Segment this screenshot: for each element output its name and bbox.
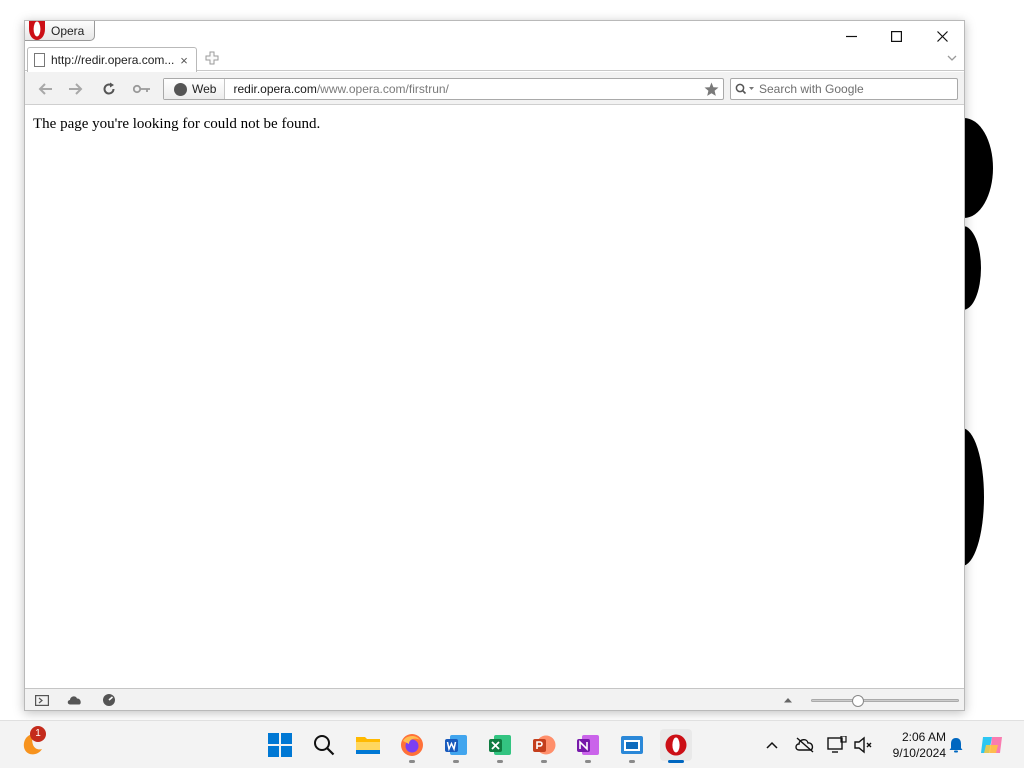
unite-button[interactable] <box>67 693 83 707</box>
volume-button[interactable] <box>850 733 876 757</box>
app-window-button[interactable] <box>616 729 648 763</box>
search-icon <box>314 735 335 756</box>
forward-button[interactable] <box>65 79 87 99</box>
forward-arrow-icon <box>69 83 83 95</box>
maximize-button[interactable] <box>873 25 919 47</box>
zoom-slider-thumb[interactable] <box>852 695 865 707</box>
search-engine-selector[interactable] <box>731 79 759 99</box>
minimize-button[interactable] <box>828 25 874 47</box>
address-text[interactable]: redir.opera.com/www.opera.com/firstrun/ <box>225 82 701 96</box>
tab-bar: http://redir.opera.com... × <box>25 47 964 72</box>
close-button[interactable] <box>919 25 965 47</box>
bookmark-star-button[interactable] <box>701 79 721 99</box>
bell-icon <box>949 738 963 753</box>
running-indicator <box>409 760 415 763</box>
opera-menu-button[interactable]: Opera <box>25 21 96 41</box>
file-explorer-icon <box>356 737 380 754</box>
site-info-badge[interactable]: Web <box>164 79 226 99</box>
firefox-button[interactable] <box>396 729 428 763</box>
back-button[interactable] <box>34 79 56 99</box>
tab-list-chevron-icon[interactable] <box>946 53 958 63</box>
tab-close-icon[interactable]: × <box>178 53 190 68</box>
key-icon <box>133 84 150 94</box>
navigation-toolbar: Web redir.opera.com/www.opera.com/firstr… <box>25 72 964 105</box>
chevron-up-icon <box>766 741 778 749</box>
excel-button[interactable] <box>484 729 516 763</box>
opera-icon <box>665 734 687 756</box>
network-monitor-icon <box>827 736 847 753</box>
system-clock[interactable]: 2:06 AM 9/10/2024 <box>880 729 946 761</box>
firefox-icon <box>401 734 423 756</box>
cloud-offline-icon <box>795 737 814 753</box>
site-info-label: Web <box>192 82 217 96</box>
show-hidden-icons-button[interactable] <box>762 733 782 757</box>
opera-taskbar-button[interactable] <box>660 729 692 763</box>
star-icon <box>704 82 718 96</box>
address-bar[interactable]: Web redir.opera.com/www.opera.com/firstr… <box>163 78 724 100</box>
close-icon <box>936 30 948 42</box>
active-window-indicator <box>668 760 684 763</box>
globe-icon <box>174 82 187 96</box>
minimize-icon <box>845 35 857 37</box>
running-indicator <box>453 760 459 763</box>
cloud-icon <box>67 696 81 705</box>
page-document-icon <box>34 53 45 67</box>
running-indicator <box>629 760 635 763</box>
speedometer-icon <box>103 694 115 706</box>
error-message: The page you're looking for could not be… <box>33 116 321 132</box>
search-input[interactable] <box>759 82 957 96</box>
running-indicator <box>585 760 591 763</box>
start-icon <box>268 733 292 757</box>
notifications-button[interactable] <box>946 733 966 757</box>
copilot-icon <box>981 737 1002 753</box>
taskbar-search-button[interactable] <box>308 729 340 761</box>
app-window-icon <box>621 736 643 754</box>
tab-title: http://redir.opera.com... <box>51 53 175 67</box>
reload-button[interactable] <box>98 79 120 99</box>
security-key-button[interactable] <box>131 79 153 99</box>
reload-icon <box>103 82 115 95</box>
running-indicator <box>497 760 503 763</box>
panel-icon <box>35 694 49 706</box>
word-button[interactable] <box>440 729 472 763</box>
view-menu-button[interactable] <box>780 693 796 707</box>
search-icon <box>735 83 754 95</box>
url-path: /www.opera.com/firstrun/ <box>316 82 449 96</box>
start-button[interactable] <box>264 729 296 761</box>
opera-logo-icon <box>29 21 45 40</box>
onenote-icon <box>577 735 599 755</box>
page-content: The page you're looking for could not be… <box>25 106 964 689</box>
word-icon <box>445 735 467 755</box>
excel-icon <box>489 735 511 755</box>
powerpoint-icon <box>533 735 556 755</box>
url-host: redir.opera.com <box>233 82 317 96</box>
status-bar <box>25 688 964 710</box>
tab-active[interactable]: http://redir.opera.com... × <box>27 47 197 72</box>
back-arrow-icon <box>38 83 52 95</box>
zoom-slider[interactable] <box>811 695 959 707</box>
clock-time: 2:06 AM <box>901 730 946 744</box>
opera-browser-window: Opera http://redir.opera.com... × Web re… <box>24 20 965 711</box>
running-indicator <box>541 760 547 763</box>
onenote-button[interactable] <box>572 729 604 763</box>
title-bar: Opera <box>25 21 964 47</box>
new-tab-icon[interactable] <box>205 51 219 65</box>
search-box[interactable] <box>730 78 958 100</box>
maximize-icon <box>890 30 902 42</box>
file-explorer-button[interactable] <box>352 729 384 761</box>
windows-taskbar: 2:06 AM 9/10/2024 <box>0 720 1024 768</box>
copilot-button[interactable] <box>978 733 1006 757</box>
turbo-button[interactable] <box>101 693 117 707</box>
caret-up-icon <box>784 698 792 703</box>
panel-toggle-button[interactable] <box>34 693 50 707</box>
notification-badge: 1 <box>30 726 46 742</box>
opera-menu-label: Opera <box>51 24 85 38</box>
clock-date: 9/10/2024 <box>892 746 946 760</box>
network-button[interactable] <box>824 733 850 757</box>
powerpoint-button[interactable] <box>528 729 560 763</box>
onedrive-button[interactable] <box>792 733 818 757</box>
speaker-muted-icon <box>854 736 872 754</box>
